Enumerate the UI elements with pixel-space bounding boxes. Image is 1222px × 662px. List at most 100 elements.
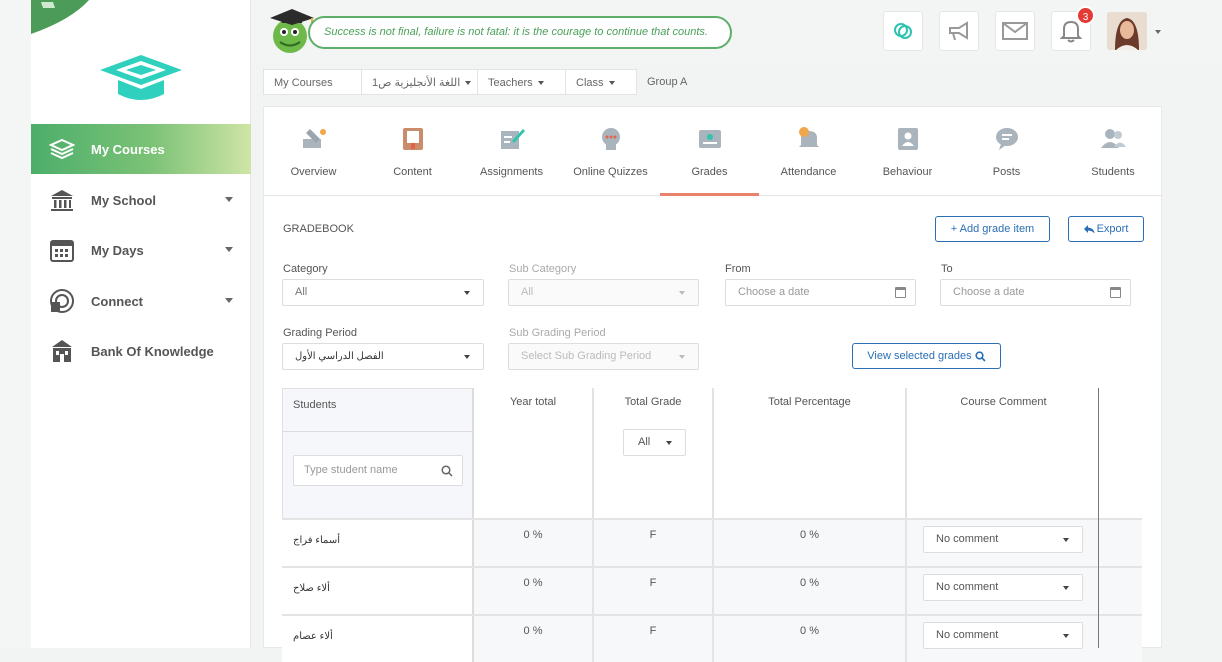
sidebar-item-label: My Courses	[91, 141, 165, 157]
chevron-down-icon	[666, 441, 672, 445]
column-header-total-percentage: Total Percentage	[714, 388, 907, 519]
breadcrumb-label: Class	[576, 77, 604, 89]
calendar-icon	[1110, 287, 1121, 298]
to-date-placeholder: Choose a date	[953, 286, 1025, 298]
category-select-value: All	[295, 286, 308, 298]
school-building-icon	[49, 187, 75, 213]
calendar-icon	[895, 287, 906, 298]
export-button[interactable]: Export	[1068, 216, 1144, 242]
student-name: أسماء فراج	[282, 520, 474, 566]
tab-students[interactable]: Students	[1056, 107, 1170, 196]
assignment-icon	[500, 129, 525, 149]
sidebar-item-connect[interactable]: Connect	[31, 276, 251, 326]
table-row: أسماء فراج 0 % F 0 % No comment	[282, 518, 1142, 566]
tab-behaviour[interactable]: Behaviour	[858, 107, 957, 196]
student-name: ألاء عصام	[282, 616, 474, 662]
column-header-label: Total Grade	[624, 396, 682, 408]
total-grade-cell: F	[594, 568, 714, 614]
breadcrumb-course[interactable]: اللغة الأنجليزية ص1	[361, 69, 479, 95]
tab-label: Attendance	[780, 166, 837, 178]
column-header-label: Total Percentage	[768, 396, 851, 408]
school-logo-icon	[100, 55, 182, 100]
tab-label: Overview	[290, 166, 337, 178]
sub-category-label: Sub Category	[509, 263, 577, 275]
chevron-down-icon	[1063, 634, 1069, 638]
from-date-input[interactable]: Choose a date	[725, 279, 916, 306]
total-percentage-cell: 0 %	[714, 616, 907, 662]
course-comment-select[interactable]: No comment	[923, 622, 1083, 649]
announcements-button[interactable]	[939, 11, 979, 51]
chevron-down-icon	[679, 355, 685, 359]
reply-arrow-icon	[1083, 224, 1095, 234]
student-search-input[interactable]: Type student name	[293, 455, 463, 486]
sub-category-select-value: All	[521, 286, 534, 298]
column-header-label: Course Comment	[960, 396, 1047, 408]
sub-category-select[interactable]: All	[508, 279, 699, 306]
sidebar-item-my-courses[interactable]: My Courses	[31, 124, 251, 174]
sidebar-item-bank-of-knowledge[interactable]: Bank Of Knowledge	[31, 326, 251, 376]
gradebook-table: Students Type student name Year total To…	[282, 388, 1142, 662]
course-comment-value: No comment	[936, 581, 999, 593]
category-select[interactable]: All	[282, 279, 484, 306]
layers-icon	[49, 136, 75, 162]
table-row: ألاء صلاح 0 % F 0 % No comment	[282, 566, 1142, 614]
tab-content[interactable]: Content	[363, 107, 462, 196]
year-total-cell: 0 %	[474, 520, 594, 566]
tab-attendance[interactable]: Attendance	[759, 107, 858, 196]
course-comment-value: No comment	[936, 533, 999, 545]
chevron-down-icon	[465, 81, 472, 86]
course-comment-select[interactable]: No comment	[923, 574, 1083, 601]
tab-label: Grades	[691, 166, 728, 178]
chevron-down-icon	[1063, 538, 1069, 542]
megaphone-icon	[949, 21, 968, 41]
chevron-down-icon[interactable]	[225, 247, 233, 252]
add-grade-item-button[interactable]: + Add grade item	[935, 216, 1050, 242]
behaviour-icon	[897, 128, 918, 150]
tab-label: Students	[1091, 166, 1135, 178]
tab-label: Posts	[992, 166, 1021, 178]
chevron-down-icon[interactable]	[225, 197, 233, 202]
chat-bubbles-icon	[894, 23, 912, 39]
notification-badge: 3	[1076, 6, 1095, 25]
bank-icon	[49, 338, 75, 364]
tab-posts[interactable]: Posts	[957, 107, 1056, 196]
total-grade-filter-select[interactable]: All	[623, 429, 686, 456]
breadcrumb-label: Teachers	[488, 77, 533, 89]
avatar[interactable]	[1107, 12, 1147, 50]
breadcrumb-my-courses[interactable]: My Courses	[263, 69, 363, 95]
year-total-cell: 0 %	[474, 616, 594, 662]
breadcrumb-class[interactable]: Class	[565, 69, 637, 95]
tab-assignments[interactable]: Assignments	[462, 107, 561, 196]
view-selected-grades-label: View selected grades	[867, 350, 972, 362]
book-icon	[402, 128, 423, 150]
sub-grading-period-select[interactable]: Select Sub Grading Period	[508, 343, 699, 370]
connect-icon	[49, 288, 75, 314]
sidebar-item-my-days[interactable]: My Days	[31, 225, 251, 275]
gradebook-title: GRADEBOOK	[283, 223, 354, 235]
chevron-down-icon[interactable]	[1155, 30, 1161, 34]
chevron-down-icon	[464, 291, 470, 295]
chat-button[interactable]	[883, 11, 923, 51]
chevron-down-icon[interactable]	[225, 298, 233, 303]
view-selected-grades-button[interactable]: View selected grades	[852, 343, 1001, 369]
breadcrumb-teachers[interactable]: Teachers	[477, 69, 567, 95]
quiz-icon	[601, 128, 620, 150]
tab-grades[interactable]: Grades	[660, 107, 759, 196]
from-date-placeholder: Choose a date	[738, 286, 810, 298]
category-label: Category	[283, 263, 328, 275]
sidebar-item-my-school[interactable]: My School	[31, 175, 251, 225]
tab-online-quizzes[interactable]: Online Quizzes	[561, 107, 660, 196]
left-strip	[0, 0, 31, 648]
tab-overview[interactable]: Overview	[264, 107, 363, 196]
sidebar-item-label: Bank Of Knowledge	[91, 343, 214, 359]
course-comment-select[interactable]: No comment	[923, 526, 1083, 553]
year-total-cell: 0 %	[474, 568, 594, 614]
chevron-down-icon	[1063, 586, 1069, 590]
total-percentage-cell: 0 %	[714, 568, 907, 614]
messages-button[interactable]	[995, 11, 1035, 51]
to-date-input[interactable]: Choose a date	[940, 279, 1131, 306]
search-icon	[441, 465, 453, 477]
total-percentage-cell: 0 %	[714, 520, 907, 566]
sub-grading-period-value: Select Sub Grading Period	[521, 350, 652, 362]
grading-period-select[interactable]: الفصل الدراسي الأول	[282, 343, 484, 370]
